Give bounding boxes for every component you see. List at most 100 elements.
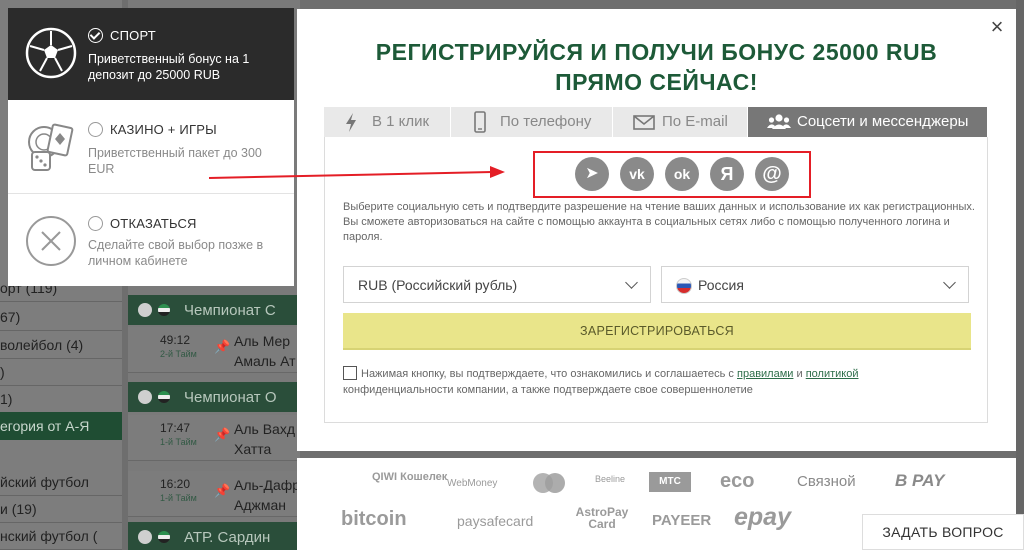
highlight-box (533, 151, 811, 198)
bonus-option-sport[interactable]: СПОРТ Приветственный бонус на 1 депозит … (8, 8, 294, 100)
ecopayz-logo: eco (720, 470, 755, 492)
sidebar-sport-item[interactable]: 67) (0, 305, 122, 331)
bonus-radio-decline[interactable] (88, 216, 103, 231)
policy-link[interactable]: политикой (806, 368, 859, 380)
sidebar-sport-item[interactable]: волейбол (4) (0, 333, 122, 359)
tab-label: По телефону (500, 113, 592, 130)
close-icon[interactable]: × (987, 16, 1007, 38)
bonus-selection-panel: СПОРТ Приветственный бонус на 1 депозит … (8, 8, 294, 286)
pin-icon[interactable]: 📌 (214, 483, 230, 499)
social-registration-form: ➤ vk ok Я @ Выберите социальную сеть и п… (324, 137, 988, 423)
league-header[interactable]: АТР. Сардин (128, 522, 300, 550)
league-name: АТР. Сардин (184, 529, 271, 546)
bonus-title-sport: СПОРТ (110, 28, 156, 43)
ask-question-button[interactable]: ЗАДАТЬ ВОПРОС (862, 514, 1024, 550)
sidebar-sport-item[interactable]: и (19) (0, 497, 122, 523)
phone-icon (473, 107, 487, 137)
country-value: Россия (698, 277, 744, 293)
match-time: 49:12 (160, 333, 191, 347)
bpay-logo: B PAY (895, 471, 945, 490)
social-info-text: Выберите социальную сеть и подтвердите р… (343, 200, 983, 245)
astropay-logo: AstroPay Card (575, 505, 629, 531)
tab-label: В 1 клик (372, 113, 430, 130)
team-home: Аль Мер (234, 333, 291, 349)
bonus-radio-casino[interactable] (88, 122, 103, 137)
bonus-title-casino: КАЗИНО + ИГРЫ (110, 122, 217, 137)
sidebar-sport-item[interactable]: 1) (0, 387, 122, 413)
mastercard-logo (531, 472, 567, 494)
svyaznoy-logo: Связной (797, 473, 856, 490)
tab-phone[interactable]: По телефону (451, 107, 613, 137)
bonus-option-decline[interactable]: ОТКАЗАТЬСЯ Сделайте свой выбор позже в л… (8, 194, 294, 286)
sidebar-sport-item[interactable]: йский футбол (0, 470, 122, 496)
tab-social[interactable]: Соцсети и мессенджеры (748, 107, 988, 137)
mts-logo: МТС (649, 472, 691, 492)
currency-value: RUB (Российский рубль) (358, 277, 518, 293)
flag-icon (158, 304, 170, 316)
registration-modal: × РЕГИСТРИРУЙСЯ И ПОЛУЧИ БОНУС 25000 RUB… (297, 9, 1016, 451)
team-home: Аль-Дафр (234, 477, 301, 493)
register-button[interactable]: ЗАРЕГИСТРИРОВАТЬСЯ (343, 313, 971, 350)
league-name: Чемпионат О (184, 389, 277, 406)
match-half: 2-й Тайм (160, 349, 197, 359)
webmoney-logo: WebMoney (447, 478, 498, 489)
paysafecard-logo: paysafecard (457, 513, 534, 529)
team-away: Амаль Ат (234, 353, 296, 369)
soccer-ball-icon (25, 27, 77, 79)
bonus-title-decline: ОТКАЗАТЬСЯ (110, 216, 197, 231)
modal-title-line2: ПРЯМО СЕЙЧАС! (555, 69, 758, 95)
chevron-down-icon (625, 276, 638, 289)
pin-icon[interactable]: 📌 (214, 427, 230, 443)
bitcoin-logo: bitcoin (341, 508, 407, 530)
sidebar-category-header[interactable]: егория от А-Я (0, 412, 122, 440)
epay-logo: epay (734, 503, 791, 531)
info-line-1: Выберите социальную сеть и подтвердите р… (343, 201, 975, 213)
bonus-desc-casino: Приветственный пакет до 300 EUR (88, 146, 262, 176)
chevron-down-icon (943, 276, 956, 289)
russia-flag-icon (676, 278, 692, 294)
sidebar-sport-item[interactable]: ) (0, 360, 122, 386)
info-line-2: Вы сможете авторизоваться на сайте с пом… (343, 216, 950, 243)
match-half: 1-й Тайм (160, 437, 197, 447)
agree-and: и (796, 368, 803, 380)
tennis-ball-icon (138, 530, 152, 544)
modal-title: РЕГИСТРИРУЙСЯ И ПОЛУЧИ БОНУС 25000 RUB П… (297, 37, 1016, 97)
match-time: 16:20 (160, 477, 191, 491)
lightning-icon (344, 107, 358, 137)
match-half: 1-й Тайм (160, 493, 197, 503)
bonus-option-casino[interactable]: КАЗИНО + ИГРЫ Приветственный пакет до 30… (8, 100, 294, 194)
rules-link[interactable]: правилами (737, 368, 793, 380)
flag-icon (158, 531, 170, 543)
beeline-logo: Beeline (595, 474, 626, 484)
match-row[interactable]: 16:20 1-й Тайм 📌 Аль-Дафр Аджман (128, 471, 300, 517)
league-header[interactable]: Чемпионат О (128, 382, 300, 412)
league-header[interactable]: Чемпионат С (128, 295, 300, 325)
sidebar-sport-item[interactable]: нский футбол ( (0, 524, 122, 550)
team-away: Аджман (234, 497, 287, 513)
bonus-desc-sport: Приветственный бонус на 1 депозит до 250… (88, 52, 250, 82)
currency-select[interactable]: RUB (Российский рубль) (343, 266, 651, 303)
tab-label: Соцсети и мессенджеры (797, 113, 969, 130)
modal-title-line1: РЕГИСТРИРУЙСЯ И ПОЛУЧИ БОНУС 25000 RUB (375, 39, 938, 65)
league-name: Чемпионат С (184, 302, 276, 319)
qiwi-logo: QIWI Кошелек (372, 471, 448, 483)
agree-prefix: Нажимая кнопку, вы подтверждаете, что оз… (361, 368, 734, 380)
bonus-radio-sport[interactable] (88, 28, 103, 43)
match-row[interactable]: 17:47 1-й Тайм 📌 Аль Вахд Хатта (128, 415, 300, 461)
tab-email[interactable]: По E-mail (613, 107, 748, 137)
tab-one-click[interactable]: В 1 клик (324, 107, 451, 137)
team-away: Хатта (234, 441, 272, 457)
users-icon (767, 107, 791, 137)
payeer-logo: PAYEER (652, 512, 712, 529)
envelope-icon (633, 107, 655, 137)
casino-cards-dice-icon (28, 123, 74, 171)
bonus-desc-decline: Сделайте свой выбор позже в личном кабин… (88, 238, 264, 268)
country-select[interactable]: Россия (661, 266, 969, 303)
pin-icon[interactable]: 📌 (214, 339, 230, 355)
tab-label: По E-mail (662, 113, 728, 130)
team-home: Аль Вахд (234, 421, 295, 437)
match-row[interactable]: 49:12 2-й Тайм 📌 Аль Мер Амаль Ат (128, 327, 300, 373)
decline-x-icon (26, 216, 76, 266)
match-time: 17:47 (160, 421, 191, 435)
registration-tabs: В 1 клик По телефону По E-mail Соцсети и… (324, 107, 988, 137)
